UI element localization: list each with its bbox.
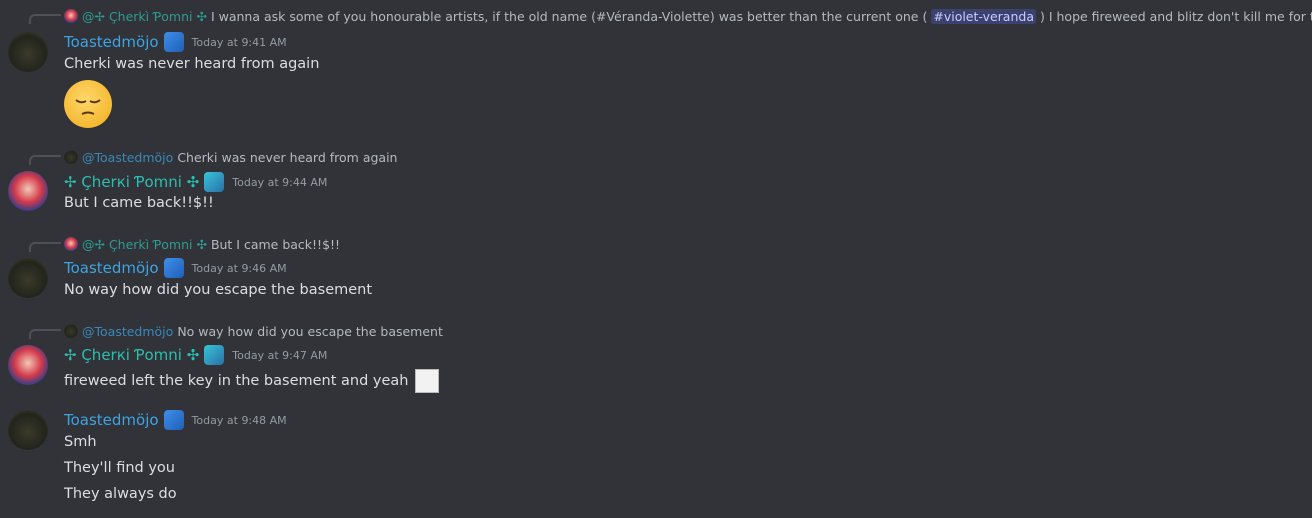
reply-spine bbox=[29, 242, 61, 252]
reply-spine bbox=[29, 155, 61, 165]
timestamp[interactable]: Today at 9:41 AM bbox=[192, 36, 287, 49]
timestamp[interactable]: Today at 9:47 AM bbox=[232, 349, 327, 362]
message-text: Cherki was never heard from again bbox=[64, 56, 320, 72]
reply-avatar[interactable] bbox=[64, 237, 78, 251]
reply-text[interactable]: Cherki was never heard from again bbox=[177, 150, 397, 165]
message-text: They always do bbox=[64, 486, 177, 502]
role-icon bbox=[204, 345, 225, 365]
message-text: They'll find you bbox=[64, 460, 175, 476]
message-text: fireweed left the key in the basement an… bbox=[64, 373, 409, 389]
avatar[interactable] bbox=[8, 410, 48, 450]
reply-avatar[interactable] bbox=[64, 9, 78, 23]
channel-mention[interactable]: #violet-veranda bbox=[931, 8, 1036, 24]
reply-preview[interactable]: @Toastedmöjo No way how did you escape t… bbox=[64, 322, 443, 340]
reply-author[interactable]: @Toastedmöjo bbox=[82, 324, 173, 339]
avatar[interactable] bbox=[8, 171, 48, 211]
reply-spine bbox=[29, 329, 61, 339]
message-text: But I came back!!$!! bbox=[64, 195, 214, 211]
reply-author[interactable]: @✢ Çherkì Ƥomni ✣ bbox=[82, 9, 207, 24]
message-header: Toastedmöjo Today at 9:48 AM bbox=[64, 409, 287, 431]
reply-text[interactable]: But I came back!!$!! bbox=[211, 237, 340, 252]
avatar[interactable] bbox=[8, 345, 48, 385]
reply-spine bbox=[29, 14, 61, 24]
reply-avatar[interactable] bbox=[64, 150, 78, 164]
message-header: ✢ Çherкi Ƥomni ✣ Today at 9:47 AM bbox=[64, 344, 327, 366]
role-icon bbox=[163, 410, 184, 430]
reply-text[interactable]: I wanna ask some of you honourable artis… bbox=[211, 9, 927, 24]
message-line: fireweed left the key in the basement an… bbox=[64, 369, 440, 393]
message-header: ✢ Çherкi Ƥomni ✣ Today at 9:44 AM bbox=[64, 171, 327, 193]
timestamp[interactable]: Today at 9:48 AM bbox=[192, 414, 287, 427]
reply-preview[interactable]: @Toastedmöjo Cherki was never heard from… bbox=[64, 148, 397, 166]
message-header: Toastedmöjo Today at 9:46 AM bbox=[64, 257, 287, 279]
username[interactable]: Toastedmöjo bbox=[64, 259, 159, 277]
avatar[interactable] bbox=[8, 258, 48, 298]
username[interactable]: ✢ Çherкi Ƥomni ✣ bbox=[64, 173, 199, 191]
reply-text[interactable]: No way how did you escape the basement bbox=[177, 324, 443, 339]
username[interactable]: ✢ Çherкi Ƥomni ✣ bbox=[64, 346, 199, 364]
custom-emoji-icon[interactable] bbox=[415, 369, 440, 393]
role-icon bbox=[204, 172, 225, 192]
pensive-face-emoji-icon[interactable] bbox=[64, 80, 112, 128]
reply-author[interactable]: @✢ Çherkì Ƥomni ✣ bbox=[82, 237, 207, 252]
reply-preview[interactable]: @✢ Çherkì Ƥomni ✣ But I came back!!$!! bbox=[64, 235, 340, 253]
username[interactable]: Toastedmöjo bbox=[64, 411, 159, 429]
message-text: Smh bbox=[64, 434, 97, 450]
message-text: No way how did you escape the basement bbox=[64, 282, 373, 298]
timestamp[interactable]: Today at 9:46 AM bbox=[192, 262, 287, 275]
reply-text-after[interactable]: ) I hope fireweed and blitz don't kill m… bbox=[1040, 9, 1312, 24]
avatar[interactable] bbox=[8, 32, 48, 72]
role-icon bbox=[163, 32, 184, 52]
reply-author[interactable]: @Toastedmöjo bbox=[82, 150, 173, 165]
message-header: Toastedmöjo Today at 9:41 AM bbox=[64, 31, 287, 53]
timestamp[interactable]: Today at 9:44 AM bbox=[232, 176, 327, 189]
reply-preview[interactable]: @✢ Çherkì Ƥomni ✣ I wanna ask some of yo… bbox=[64, 7, 1312, 25]
role-icon bbox=[163, 258, 184, 278]
reply-avatar[interactable] bbox=[64, 324, 78, 338]
username[interactable]: Toastedmöjo bbox=[64, 33, 159, 51]
